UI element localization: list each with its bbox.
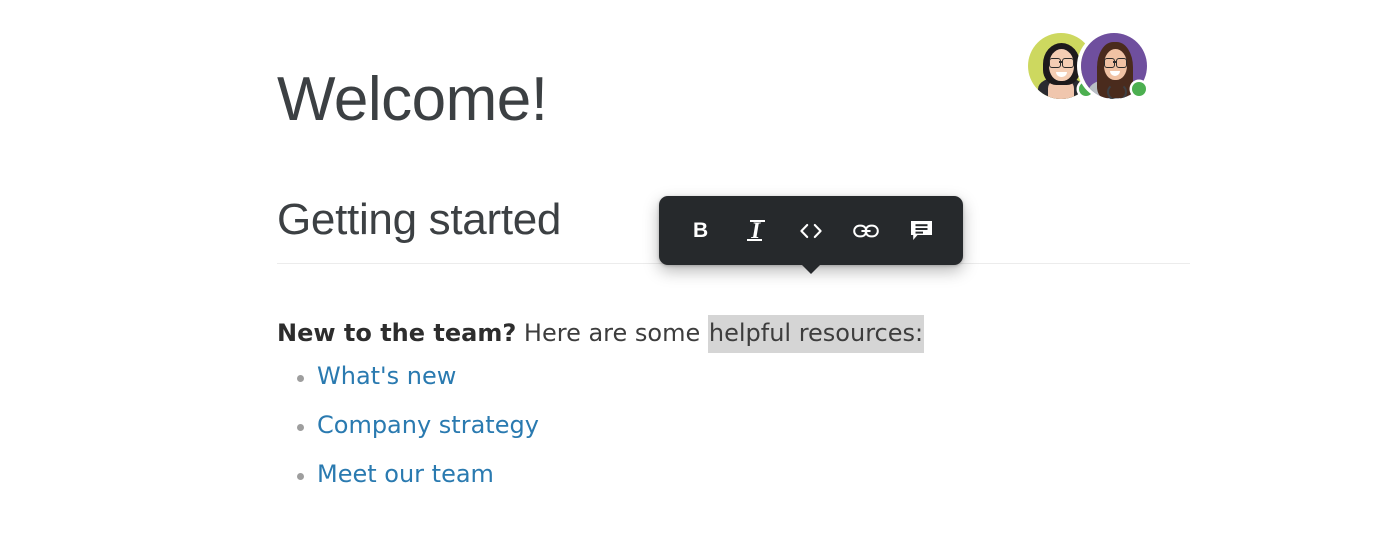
italic-icon: I — [747, 218, 766, 243]
bold-button[interactable]: B — [679, 209, 723, 253]
link-meet-our-team[interactable]: Meet our team — [317, 460, 494, 488]
avatar-2-necklace — [1107, 83, 1127, 99]
intro-middle-text: Here are some — [516, 319, 708, 347]
section-heading: Getting started — [277, 195, 562, 244]
resource-link-list: What's new Company strategy Meet our tea… — [277, 352, 539, 499]
bold-icon: B — [693, 219, 709, 242]
link-whats-new[interactable]: What's new — [317, 362, 456, 390]
code-icon — [798, 222, 824, 240]
page-title: Welcome! — [277, 65, 548, 134]
intro-lead-text: New to the team? — [277, 319, 517, 347]
link-button[interactable] — [844, 209, 888, 253]
avatar-2-status-dot — [1132, 82, 1146, 96]
avatar-2[interactable] — [1081, 33, 1147, 99]
avatar-1-glasses-left — [1049, 58, 1061, 68]
list-item: What's new — [277, 352, 539, 401]
comment-button[interactable] — [899, 209, 943, 253]
link-company-strategy[interactable]: Company strategy — [317, 411, 539, 439]
avatar-2-glasses-bridge — [1113, 61, 1116, 63]
comment-icon — [910, 220, 933, 242]
avatar-2-glasses-right — [1116, 58, 1127, 68]
list-item: Company strategy — [277, 401, 539, 450]
avatar-1-glasses-right — [1062, 58, 1074, 68]
selected-text-highlight[interactable]: helpful resources: — [707, 315, 925, 353]
formatting-toolbar: B I — [659, 196, 963, 274]
italic-button[interactable]: I — [734, 209, 778, 253]
avatar-1-glasses-bridge — [1059, 61, 1062, 63]
list-item: Meet our team — [277, 450, 539, 499]
code-button[interactable] — [789, 209, 833, 253]
link-icon — [853, 223, 879, 239]
avatar-2-glasses-left — [1104, 58, 1115, 68]
intro-paragraph: New to the team? Here are some helpful r… — [277, 315, 925, 353]
